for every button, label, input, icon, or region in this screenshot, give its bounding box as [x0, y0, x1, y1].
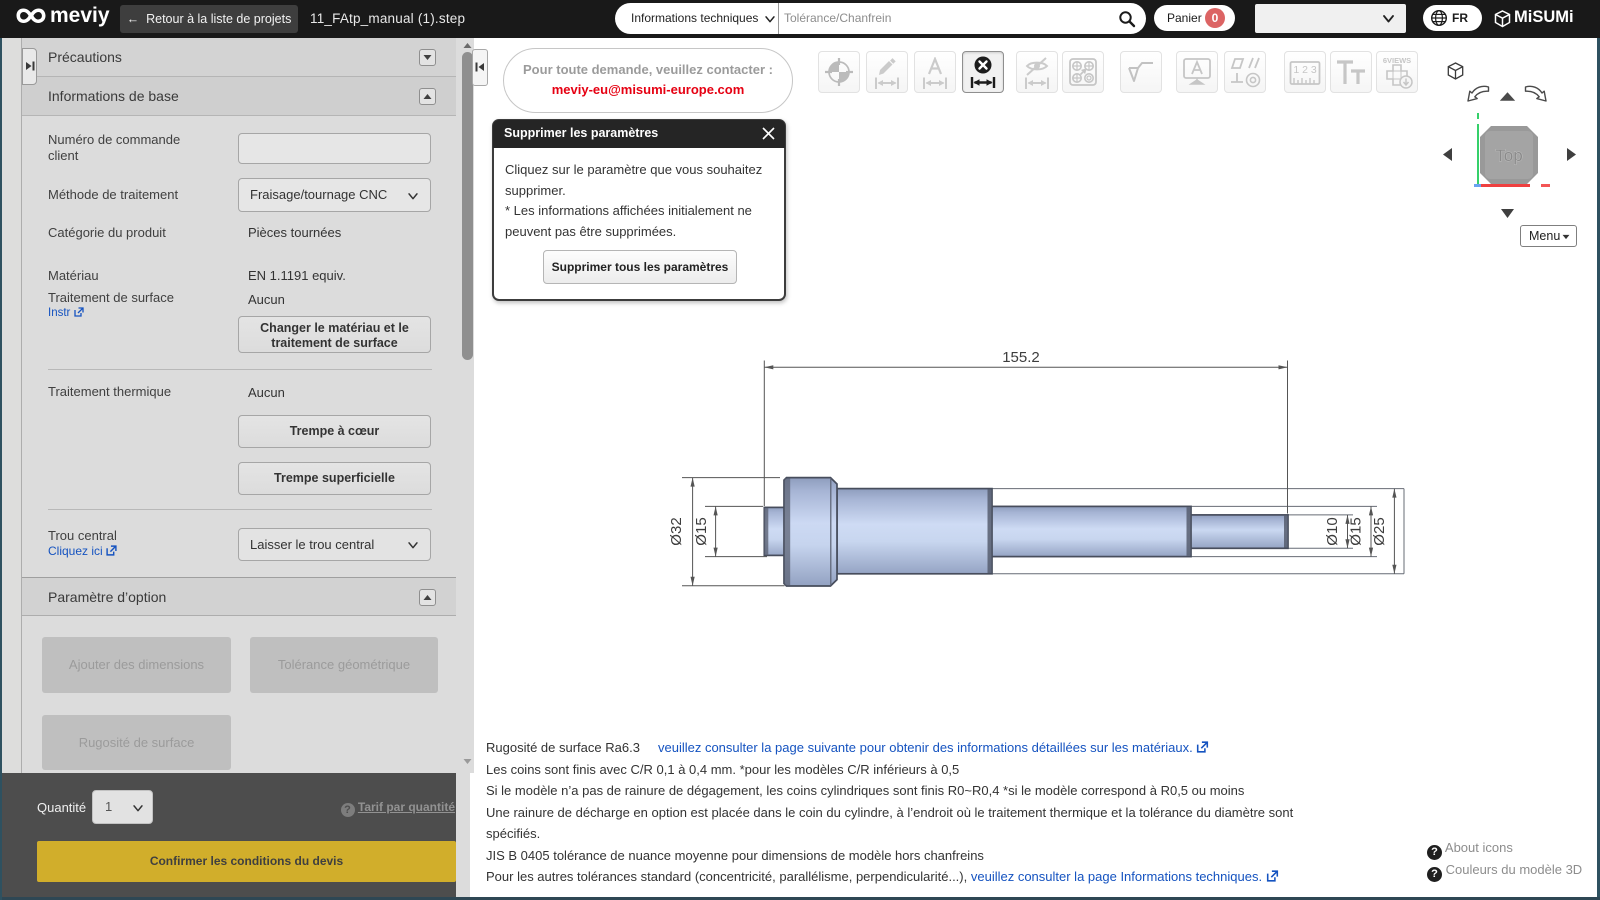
- svg-text:6VIEWS: 6VIEWS: [1383, 56, 1411, 65]
- svg-text:155.2: 155.2: [1002, 349, 1040, 366]
- svg-text:Ø15: Ø15: [1348, 517, 1365, 545]
- svg-text:Ø15: Ø15: [693, 517, 710, 545]
- svg-text:Ø25: Ø25: [1371, 517, 1388, 545]
- svg-text:1 2 3: 1 2 3: [1293, 64, 1317, 76]
- svg-text:Ø32: Ø32: [668, 517, 685, 545]
- svg-text:Top: Top: [1495, 146, 1522, 165]
- svg-text:Ø10: Ø10: [1324, 517, 1341, 545]
